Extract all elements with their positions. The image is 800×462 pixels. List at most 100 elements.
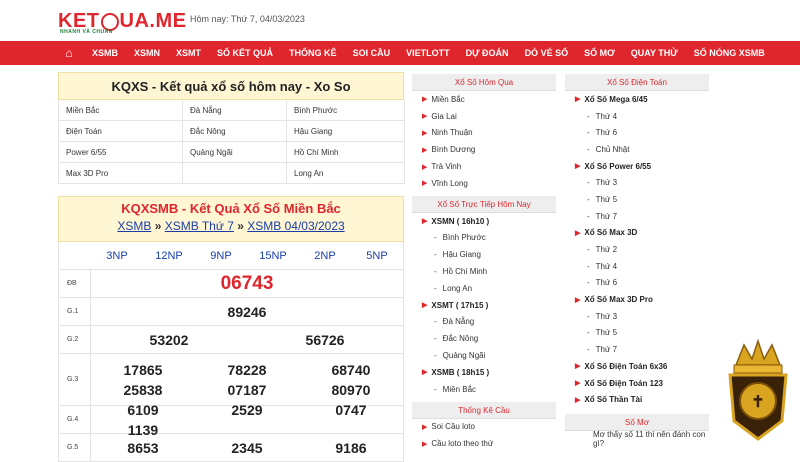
draw-day[interactable]: - Thứ 3 [565,174,709,191]
yesterday-item[interactable]: ▶ Gia Lai [412,108,556,125]
lottery-crown-badge-icon: ✝ [728,338,788,441]
region-link[interactable]: Hậu Giang [287,121,405,142]
dien-toan-game[interactable]: ▶ Xổ Số Điện Toán 123 [565,375,709,392]
region-link[interactable]: Bình Phước [287,100,405,121]
live-province[interactable]: - Bình Phước [412,230,556,247]
prize-number: 89246 [227,303,267,320]
bullet-icon: ▶ [422,180,428,188]
breadcrumb-xsmb-date[interactable]: XSMB 04/03/2023 [247,219,344,233]
prize-code: 9NP [210,249,232,262]
nav-item[interactable]: VIETLOTT [398,48,458,58]
nav-item[interactable]: SOI CẦU [345,48,399,58]
draw-day[interactable]: - Thứ 6 [565,275,709,292]
result-row: G.2 53202 56726 [59,326,404,354]
yesterday-item[interactable]: ▶ Miền Bắc [412,91,556,108]
dien-toan-game[interactable]: ▶ Xổ Số Max 3D [565,225,709,242]
live-province[interactable]: - Quảng Ngãi [412,347,556,364]
bullet-icon: ▶ [422,440,428,448]
live-province-label: Bình Phước [442,233,486,243]
draw-day[interactable]: - Thứ 6 [565,124,709,141]
bullet-icon: ▶ [422,146,428,154]
region-link[interactable]: Đà Nẵng [183,100,287,121]
live-region[interactable]: ▶ XSMT ( 17h15 ) [412,297,556,314]
main-content: KQXS - Kết quả xổ số hôm nay - Xo So Miề… [58,72,405,462]
dash-icon: - [587,211,590,221]
region-link[interactable]: Power 6/55 [59,142,183,163]
dash-icon: - [587,328,590,338]
stats-item-label: Soi Cầu loto [431,422,475,432]
yesterday-item[interactable]: ▶ Vĩnh Long [412,175,556,192]
result-row: ĐB 06743 [59,270,404,298]
yesterday-item[interactable]: ▶ Ninh Thuận [412,125,556,142]
region-link[interactable]: Long An [287,163,405,184]
region-link[interactable]: Đắc Nông [183,121,287,142]
dien-toan-game[interactable]: ▶ Xổ Số Mega 6/45 [565,91,709,108]
region-link[interactable]: Quảng Ngãi [183,142,287,163]
prize-number: 8653 [127,439,159,456]
yesterday-item-label: Ninh Thuận [431,128,473,138]
draw-day[interactable]: - Thứ 7 [565,208,709,225]
prize-number: 78228 [227,361,267,378]
live-province[interactable]: - Hồ Chí Minh [412,263,556,280]
dash-icon: - [434,233,437,243]
nav-item[interactable]: DỰ ĐOÁN [458,48,517,58]
nav-item[interactable]: THỐNG KÊ [281,48,345,58]
live-region[interactable]: ▶ XSMB ( 18h15 ) [412,364,556,381]
bullet-icon: ▶ [575,363,581,371]
dash-icon: - [434,384,437,394]
draw-day[interactable]: - Thứ 7 [565,341,709,358]
dien-toan-game[interactable]: ▶ Xổ Số Max 3D Pro [565,291,709,308]
dien-toan-game[interactable]: ▶ Xổ Số Thần Tài [565,391,709,408]
region-link[interactable]: Điện Toán [59,121,183,142]
draw-day[interactable]: - Thứ 4 [565,258,709,275]
draw-day-label: Thứ 3 [595,178,618,188]
yesterday-item[interactable]: ▶ Trà Vinh [412,158,556,175]
yesterday-item[interactable]: ▶ Bình Dương [412,141,556,158]
region-link[interactable]: Max 3D Pro [59,163,183,184]
draw-day[interactable]: - Thứ 2 [565,241,709,258]
nav-item[interactable]: SỐ KẾT QUẢ [209,48,281,58]
region-link[interactable]: Miền Bắc [59,100,183,121]
draw-day[interactable]: - Thứ 5 [565,191,709,208]
bullet-icon: ▶ [575,396,581,404]
dash-icon: - [587,194,590,204]
draw-day[interactable]: - Thứ 3 [565,308,709,325]
nav-item[interactable]: DÒ VÉ SỐ [517,48,577,58]
live-province[interactable]: - Long An [412,280,556,297]
breadcrumb-xsmb[interactable]: XSMB [117,219,151,233]
nav-item[interactable]: SỐ NÓNG XSMB [686,48,773,58]
live-region[interactable]: ▶ XSMN ( 16h10 ) [412,213,556,230]
prize-number: 68740 [331,361,371,378]
stats-item-label: Cầu loto theo thứ [431,439,494,449]
draw-day-label: Thứ 6 [595,128,618,138]
live-province[interactable]: - Miền Bắc [412,381,556,398]
live-province[interactable]: - Hậu Giang [412,246,556,263]
dien-toan-game[interactable]: ▶ Xổ Số Power 6/55 [565,158,709,175]
nav-item[interactable]: SỐ MƠ [576,48,623,58]
home-icon[interactable]: ⌂ [60,41,78,65]
region-link[interactable] [183,163,287,184]
so-mo-link[interactable]: Mơ thấy số 11 thì nên đánh con gì? [565,430,709,448]
region-link[interactable]: Hồ Chí Minh [287,142,405,163]
dien-toan-game[interactable]: ▶ Xổ Số Điện Toán 6x36 [565,358,709,375]
prize-code: 12NP [155,249,183,262]
live-province-label: Đà Nẵng [442,317,475,327]
nav-item[interactable]: XSMT [168,48,209,58]
stats-item[interactable]: ▶ Cầu loto theo thứ [412,435,556,452]
stats-item[interactable]: ▶ Soi Cầu loto [412,419,556,436]
live-province[interactable]: - Đà Nẵng [412,314,556,331]
draw-day[interactable]: - Thứ 4 [565,108,709,125]
draw-day[interactable]: - Chủ Nhật [565,141,709,158]
breadcrumb-xsmb-thu7[interactable]: XSMB Thứ 7 [165,219,234,233]
prize-values: 89246 [91,298,403,325]
live-province[interactable]: - Đắc Nông [412,330,556,347]
nav-item[interactable]: XSMN [126,48,168,58]
bullet-icon: ▶ [422,129,428,137]
nav-item[interactable]: XSMB [84,48,126,58]
live-region-label: XSMB ( 18h15 ) [431,367,490,377]
result-row: G.5 8653 2345 9186 [59,434,404,462]
logo-text-right: UA.ME [119,9,187,32]
nav-item[interactable]: QUAY THỬ [623,48,686,58]
dien-toan-game-label: Xổ Số Thần Tài [584,395,643,405]
draw-day[interactable]: - Thứ 5 [565,325,709,342]
